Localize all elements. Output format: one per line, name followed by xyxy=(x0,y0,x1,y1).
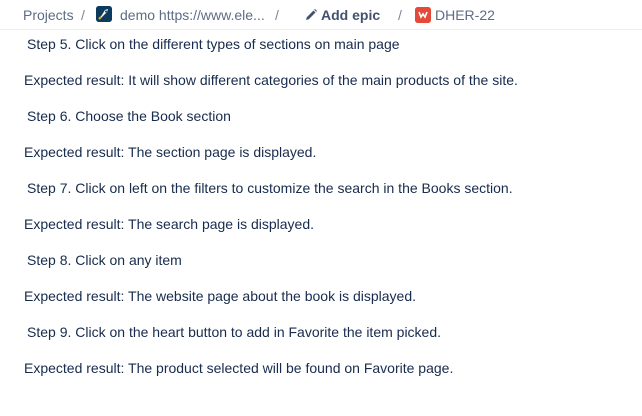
step-9-text: Step 9. Click on the heart button to add… xyxy=(27,324,442,340)
step-6-text: Step 6. Choose the Book section xyxy=(27,108,231,124)
breadcrumb-separator: / xyxy=(398,7,402,23)
step-7-text: Step 7. Click on left on the filters to … xyxy=(27,180,513,196)
expected-result-6: Expected result: The section page is dis… xyxy=(24,144,317,160)
add-epic-button[interactable]: Add epic xyxy=(321,6,380,24)
breadcrumb-separator: / xyxy=(275,7,279,23)
pencil-icon[interactable] xyxy=(304,8,318,22)
issue-description: Step 5. Click on the different types of … xyxy=(0,30,642,416)
breadcrumb-projects-link[interactable]: Projects xyxy=(23,6,74,24)
expected-result-7: Expected result: The search page is disp… xyxy=(24,216,315,232)
issue-key-link[interactable]: DHER-22 xyxy=(435,6,495,24)
expected-result-8: Expected result: The website page about … xyxy=(24,288,416,304)
bug-icon[interactable] xyxy=(415,7,431,23)
breadcrumb-project-link[interactable]: demo https://www.ele... xyxy=(120,6,265,24)
step-8-text: Step 8. Click on any item xyxy=(27,252,182,268)
breadcrumb-separator: / xyxy=(81,7,85,23)
expected-result-9: Expected result: The product selected wi… xyxy=(24,360,454,376)
breadcrumb: Projects / demo https://www.ele... / Add… xyxy=(0,0,642,30)
step-5-text: Step 5. Click on the different types of … xyxy=(27,36,400,52)
expected-result-5: Expected result: It will show different … xyxy=(24,72,518,88)
rocket-icon[interactable] xyxy=(96,6,112,22)
